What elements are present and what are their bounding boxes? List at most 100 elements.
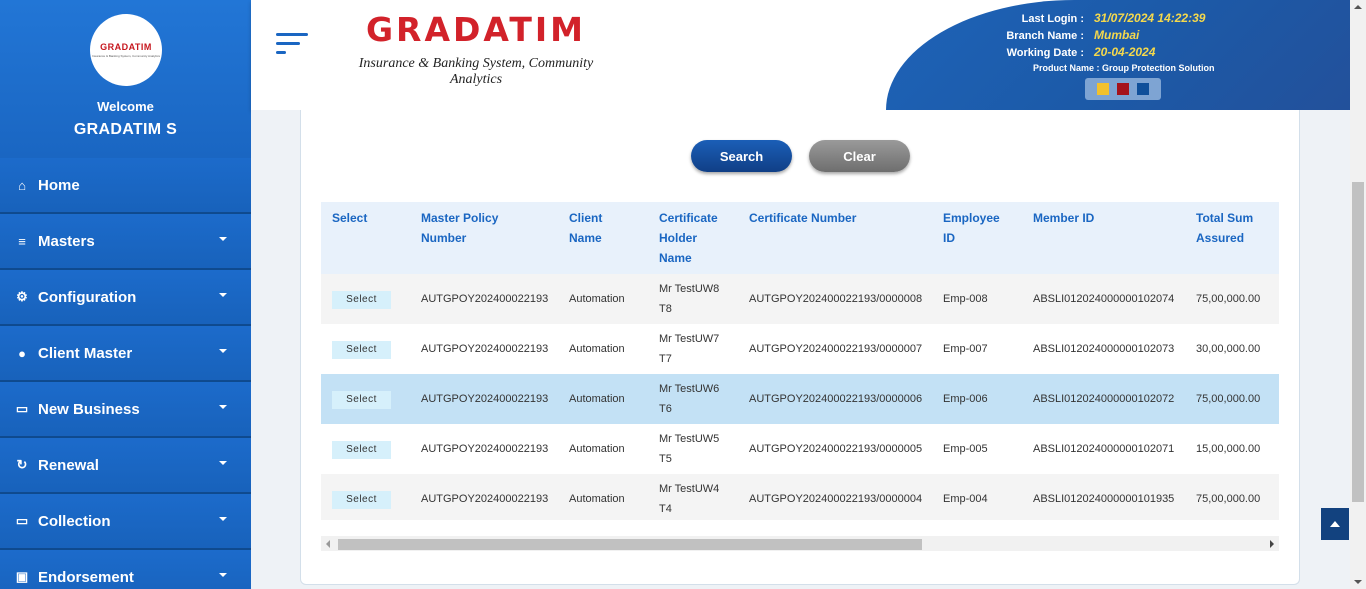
sidebar-item-label: New Business bbox=[38, 400, 140, 418]
table-row[interactable]: Select AUTGPOY202400022193 Automation Mr Te… bbox=[321, 374, 1279, 424]
table-row[interactable]: Select AUTGPOY202400022193 Automation Mr Te… bbox=[321, 424, 1279, 474]
sidebar-item-client-master[interactable]: ● Client Master bbox=[0, 326, 251, 382]
chevron-down-icon bbox=[219, 573, 227, 577]
company-logo: GRADATIM Insurance & Banking System, Com… bbox=[90, 14, 162, 86]
scroll-left-icon[interactable] bbox=[326, 540, 330, 548]
user-name: GRADATIM S bbox=[73, 121, 178, 138]
vertical-scrollbar[interactable] bbox=[1350, 0, 1366, 589]
theme-swatch-red[interactable] bbox=[1117, 83, 1129, 95]
table-cell: AUTGPOY202400022193/0000005 bbox=[738, 424, 932, 474]
logo-tagline: Insurance & Banking System, Community An… bbox=[91, 54, 161, 58]
select-cell: Select bbox=[321, 424, 410, 474]
select-row-button[interactable]: Select bbox=[332, 441, 391, 459]
sidebar-profile: GRADATIM Insurance & Banking System, Com… bbox=[0, 0, 251, 158]
sidebar-item-label: Collection bbox=[38, 512, 111, 530]
sidebar-item-configuration[interactable]: ⚙ Configuration bbox=[0, 270, 251, 326]
table-cell: 75,00,000.00 bbox=[1185, 374, 1279, 424]
table-cell: AUTGPOY202400022193/0000008 bbox=[738, 274, 932, 324]
sidebar-item-home[interactable]: ⌂ Home bbox=[0, 158, 251, 214]
sidebar-item-endorsement[interactable]: ▣ Endorsement bbox=[0, 550, 251, 589]
menu-toggle-icon[interactable] bbox=[276, 33, 308, 57]
column-header: Select bbox=[321, 202, 410, 274]
theme-swatch-blue[interactable] bbox=[1137, 83, 1149, 95]
sidebar-item-label: Renewal bbox=[38, 456, 99, 474]
sidebar-item-label: Configuration bbox=[38, 288, 137, 306]
brand-tagline: Insurance & Banking System, Community An… bbox=[358, 56, 594, 87]
refresh-icon: ↻ bbox=[16, 457, 28, 472]
sidebar-item-label: Home bbox=[38, 176, 80, 194]
table-cell: Emp-008 bbox=[932, 274, 1022, 324]
back-to-top-button[interactable] bbox=[1321, 508, 1349, 540]
table-cell: Automation bbox=[558, 424, 648, 474]
table-cell: AUTGPOY202400022193 bbox=[410, 324, 558, 374]
chevron-down-icon bbox=[219, 461, 227, 465]
sidebar-item-renewal[interactable]: ↻ Renewal bbox=[0, 438, 251, 494]
table-cell: AUTGPOY202400022193 bbox=[410, 424, 558, 474]
scroll-right-icon[interactable] bbox=[1270, 540, 1274, 548]
table-body: Select AUTGPOY202400022193 Automation Mr Te… bbox=[321, 274, 1279, 520]
sidebar-item-masters[interactable]: ≡ Masters bbox=[0, 214, 251, 270]
table-cell: Automation bbox=[558, 374, 648, 424]
horizontal-scroll-thumb[interactable] bbox=[338, 539, 922, 550]
chevron-down-icon bbox=[219, 293, 227, 297]
table-cell: AUTGPOY202400022193/0000007 bbox=[738, 324, 932, 374]
select-cell: Select bbox=[321, 324, 410, 374]
table-cell: Mr TestUW8 T8 bbox=[648, 274, 738, 324]
desktop-icon: ▭ bbox=[15, 513, 29, 528]
table-cell: Emp-006 bbox=[932, 374, 1022, 424]
table-cell: ABSLI012024000000102074 bbox=[1022, 274, 1185, 324]
search-button[interactable]: Search bbox=[691, 140, 792, 172]
working-date: Working Date : 20-04-2024 bbox=[986, 45, 1156, 59]
sidebar: GRADATIM Insurance & Banking System, Com… bbox=[0, 0, 251, 589]
horizontal-scrollbar[interactable] bbox=[321, 536, 1279, 551]
branch-name: Branch Name : Mumbai bbox=[986, 28, 1139, 42]
column-header: Total Sum Assured bbox=[1185, 202, 1279, 274]
cogs-icon: ⚙ bbox=[16, 289, 28, 304]
table-cell: Mr TestUW7 T7 bbox=[648, 324, 738, 374]
vertical-scroll-thumb[interactable] bbox=[1352, 182, 1364, 502]
header-banner: Last Login : 31/07/2024 14:22:39 Branch N… bbox=[886, 0, 1366, 110]
theme-swatch-yellow[interactable] bbox=[1097, 83, 1109, 95]
table-cell: AUTGPOY202400022193 bbox=[410, 374, 558, 424]
table-cell: AUTGPOY202400022193 bbox=[410, 274, 558, 324]
top-header: GRADATIM Insurance & Banking System, Com… bbox=[251, 0, 1366, 110]
clear-button[interactable]: Clear bbox=[809, 140, 910, 172]
sidebar-item-label: Client Master bbox=[38, 344, 133, 362]
sidebar-item-collection[interactable]: ▭ Collection bbox=[0, 494, 251, 550]
last-login-value: 31/07/2024 14:22:39 bbox=[1094, 11, 1206, 25]
table-cell: ABSLI012024000000102072 bbox=[1022, 374, 1185, 424]
desktop-icon: ▭ bbox=[15, 401, 29, 416]
results-table-container: Select Master Policy Number Client Name Cer… bbox=[321, 202, 1279, 520]
select-cell: Select bbox=[321, 374, 410, 424]
select-cell: Select bbox=[321, 274, 410, 324]
table-row[interactable]: Select AUTGPOY202400022193 Automation Mr Te… bbox=[321, 474, 1279, 520]
brand-logo: GRADATIM Insurance & Banking System, Com… bbox=[351, 10, 601, 87]
sidebar-item-new-business[interactable]: ▭ New Business bbox=[0, 382, 251, 438]
sidebar-item-label: Masters bbox=[38, 232, 95, 250]
select-row-button[interactable]: Select bbox=[332, 491, 391, 509]
chevron-down-icon bbox=[219, 405, 227, 409]
column-header: Certificate Holder Name bbox=[648, 202, 738, 274]
welcome-text: Welcome bbox=[97, 99, 154, 114]
table-cell: ABSLI012024000000102071 bbox=[1022, 424, 1185, 474]
chevron-down-icon bbox=[219, 349, 227, 353]
user-icon: ● bbox=[18, 345, 26, 361]
table-row[interactable]: Select AUTGPOY202400022193 Automation Mr Te… bbox=[321, 324, 1279, 374]
select-row-button[interactable]: Select bbox=[332, 291, 391, 309]
main-content: Search Clear Select Master Policy Number C… bbox=[251, 110, 1350, 589]
briefcase-icon: ▣ bbox=[15, 569, 29, 584]
select-cell: Select bbox=[321, 474, 410, 520]
select-row-button[interactable]: Select bbox=[332, 341, 391, 359]
search-results-panel: Search Clear Select Master Policy Number C… bbox=[300, 110, 1300, 585]
select-row-button[interactable]: Select bbox=[332, 391, 391, 409]
scroll-down-icon[interactable] bbox=[1354, 580, 1362, 584]
table-row[interactable]: Select AUTGPOY202400022193 Automation Mr Te… bbox=[321, 274, 1279, 324]
scroll-up-icon[interactable] bbox=[1354, 5, 1362, 9]
working-date-value: 20-04-2024 bbox=[1094, 45, 1156, 59]
table-cell: Automation bbox=[558, 474, 648, 520]
working-date-label: Working Date : bbox=[1006, 47, 1084, 59]
last-login: Last Login : 31/07/2024 14:22:39 bbox=[986, 11, 1206, 25]
theme-switcher bbox=[1085, 78, 1161, 100]
table-cell: 75,00,000.00 bbox=[1185, 274, 1279, 324]
branch-label: Branch Name : bbox=[1006, 30, 1084, 42]
